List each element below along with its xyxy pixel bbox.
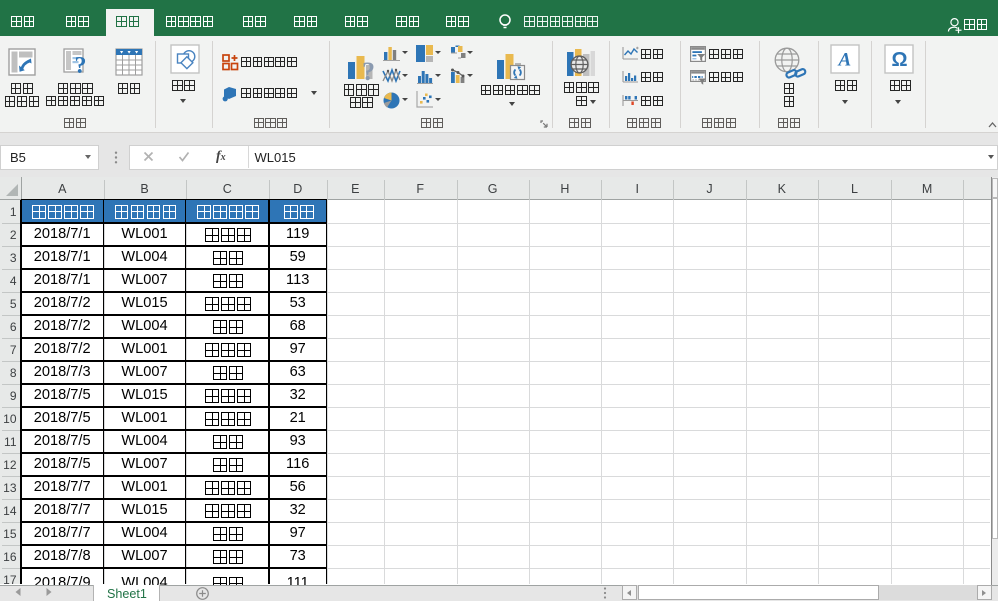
svg-text:?: ? [75,53,87,79]
svg-text:Ω: Ω [891,49,907,71]
svg-text:?: ? [362,57,375,86]
svg-text:A: A [837,50,851,71]
